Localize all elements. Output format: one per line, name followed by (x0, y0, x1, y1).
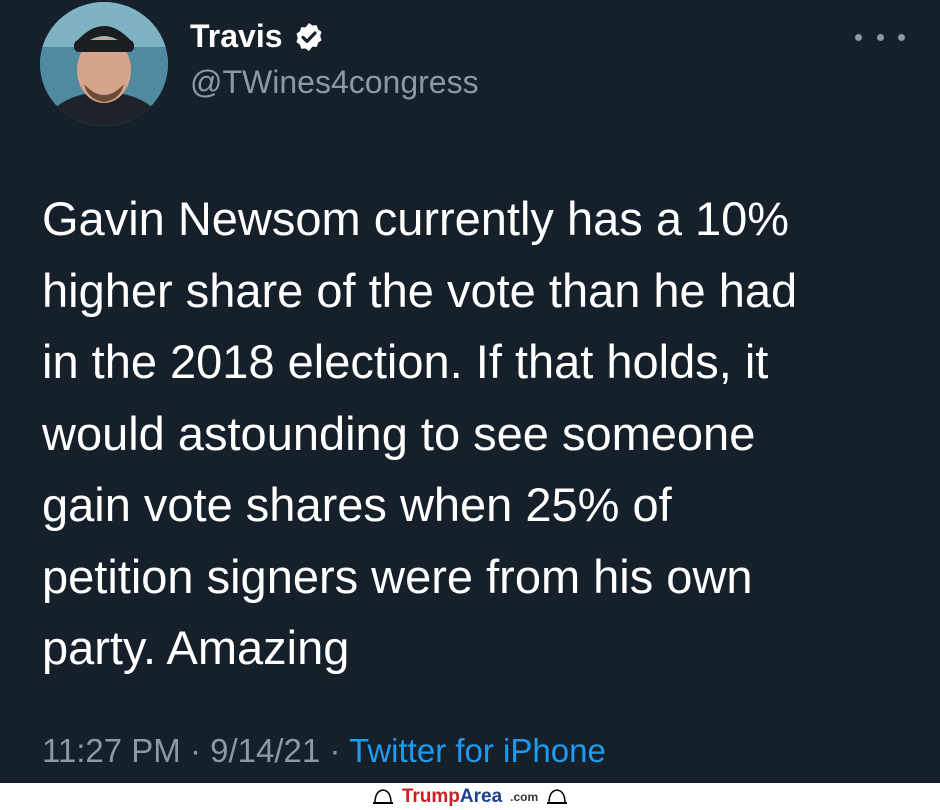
avatar[interactable] (40, 2, 168, 126)
profile-photo (40, 2, 168, 126)
meta-separator: · (189, 732, 201, 769)
tweet-metadata: 11:27 PM · 9/14/21 · Twitter for iPhone (42, 732, 606, 770)
tweet-time[interactable]: 11:27 PM (42, 732, 181, 769)
tweet-text: Gavin Newsom currently has a 10% higher … (42, 192, 798, 674)
hat-icon (372, 788, 393, 804)
watermark-footer: TrumpArea .com (0, 783, 940, 810)
more-options-icon[interactable] (855, 22, 905, 52)
tweet-source-link[interactable]: Twitter for iPhone (349, 732, 606, 769)
tweet-date[interactable]: 9/14/21 (210, 732, 320, 769)
author-name[interactable]: Travis (190, 18, 283, 55)
watermark-suffix: .com (510, 789, 539, 804)
watermark-logo: TrumpArea (401, 785, 503, 807)
hat-icon (547, 788, 568, 804)
meta-separator: · (329, 732, 341, 769)
verified-badge-icon (295, 22, 322, 51)
tweet-card: Travis @TWines4congress Gavin Newsom cur… (0, 0, 940, 783)
author-handle[interactable]: @TWines4congress (190, 64, 479, 101)
author-name-row[interactable]: Travis (190, 18, 325, 55)
